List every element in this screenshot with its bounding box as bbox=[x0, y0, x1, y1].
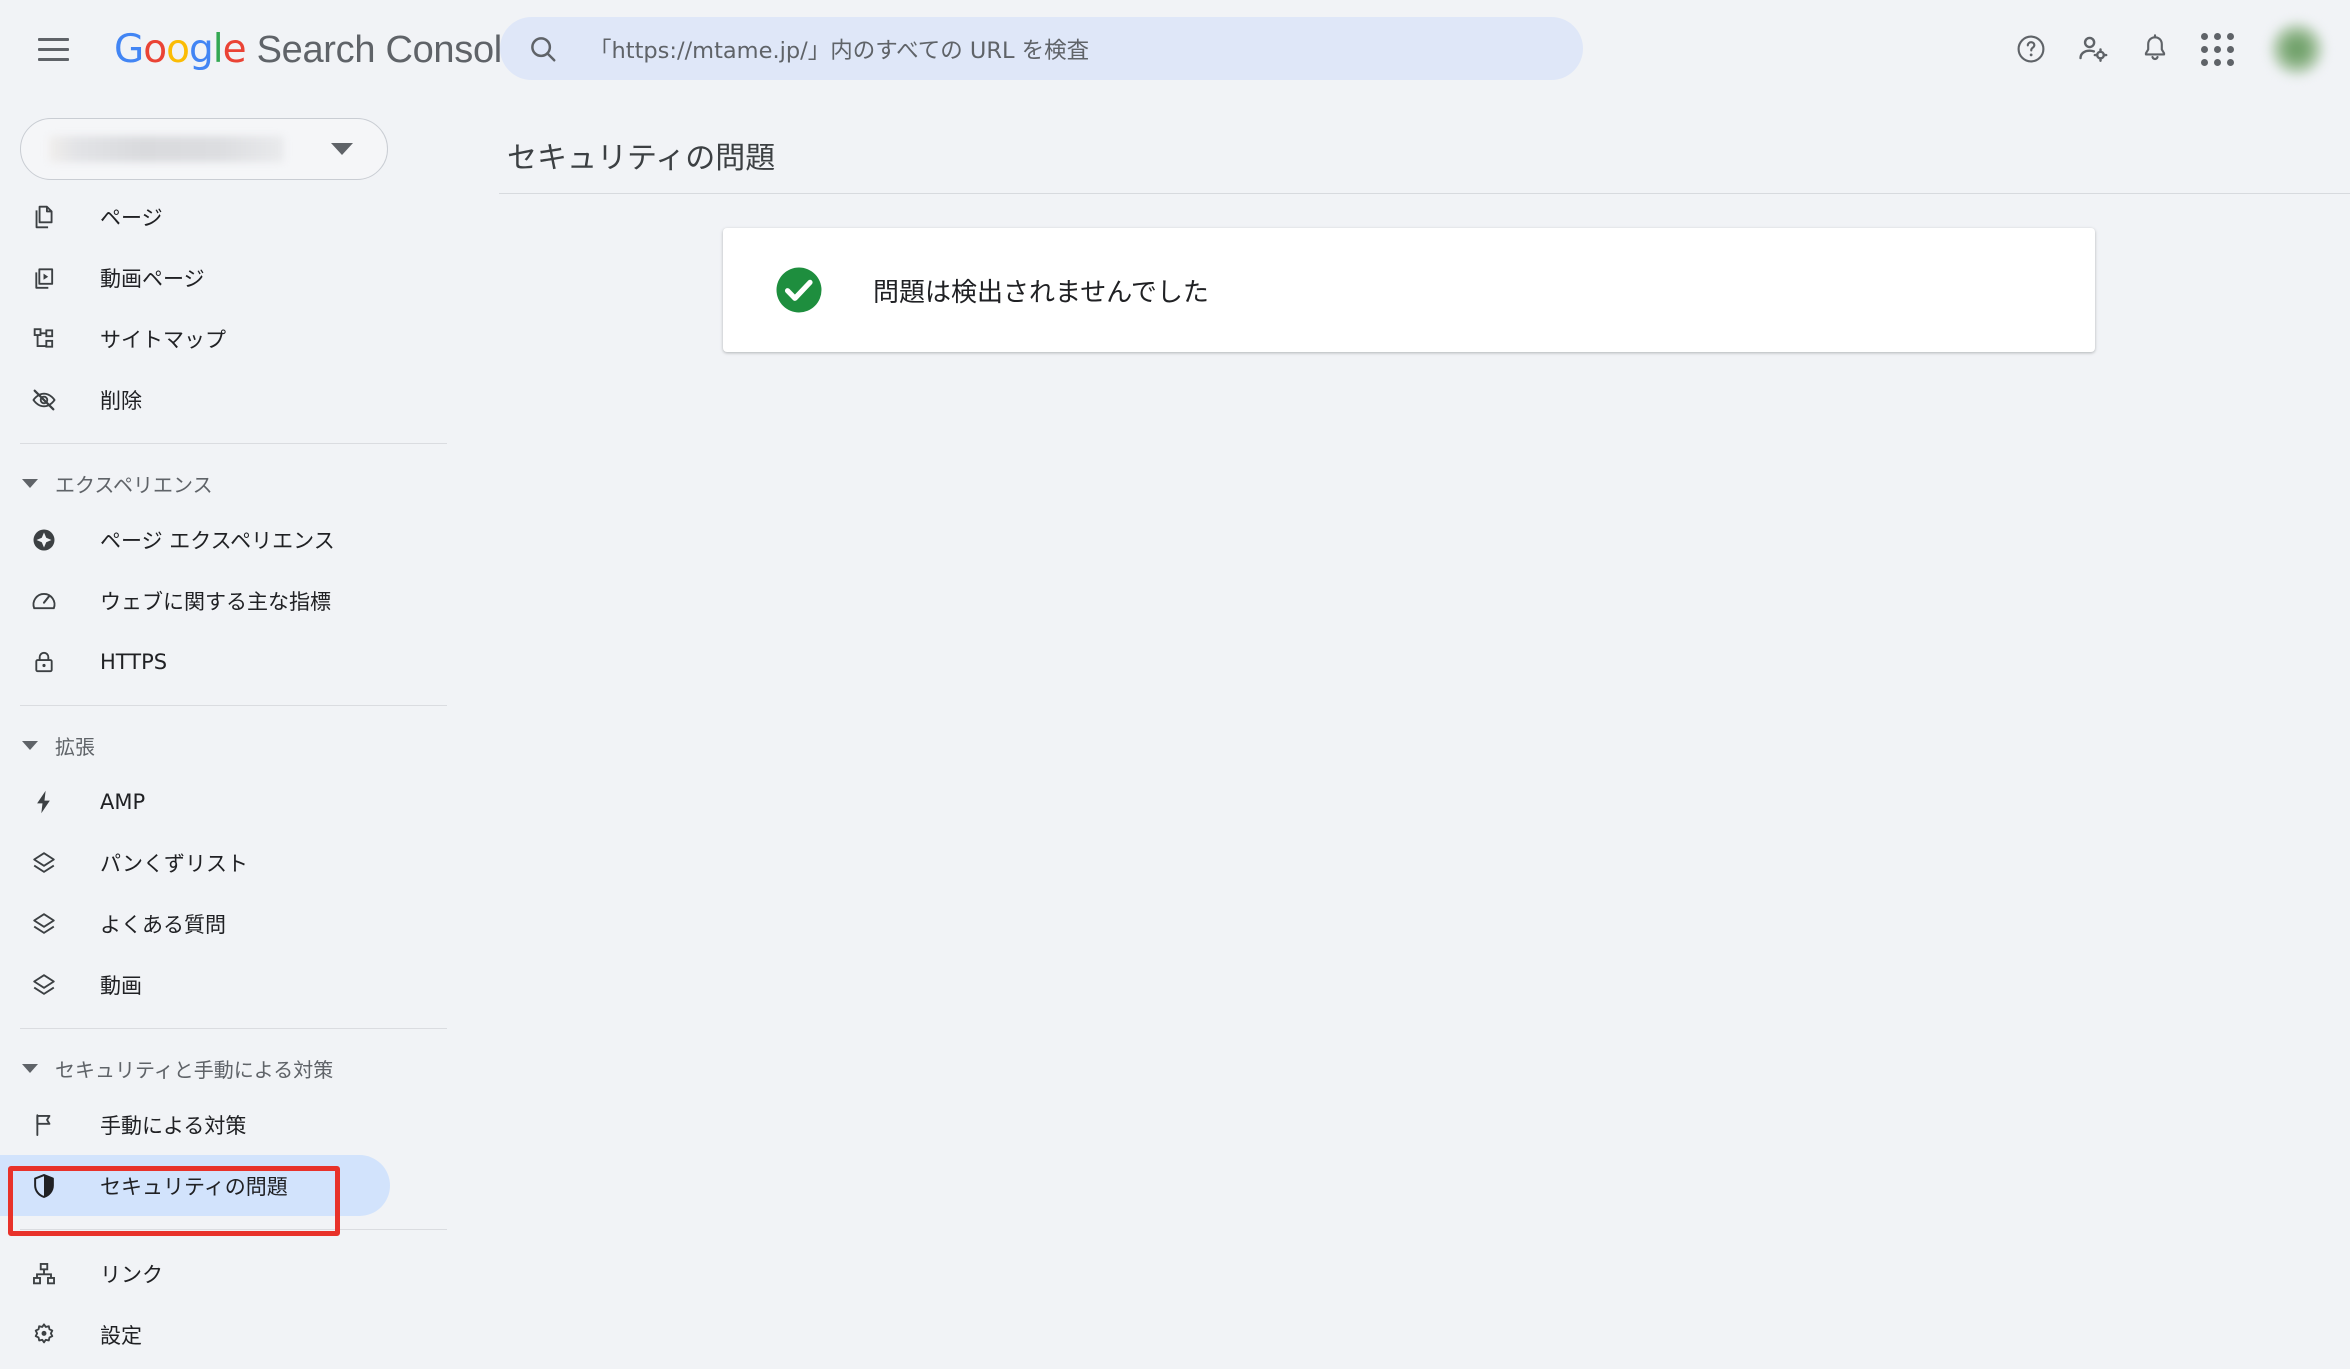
sidebar-divider bbox=[20, 1028, 447, 1029]
top-bar-actions bbox=[2000, 0, 2350, 98]
check-circle-icon bbox=[776, 267, 822, 313]
chevron-down-icon bbox=[331, 143, 353, 155]
eye-off-icon bbox=[30, 386, 76, 414]
sidebar-section-security[interactable]: セキュリティと手動による対策 bbox=[0, 1042, 480, 1094]
help-icon[interactable] bbox=[2000, 18, 2062, 80]
sidebar-item-label: サイトマップ bbox=[100, 327, 226, 352]
sidebar-item-pages[interactable]: ページ bbox=[0, 186, 480, 247]
app-brand[interactable]: Google Search Console bbox=[114, 27, 523, 72]
google-apps-grid-icon[interactable] bbox=[2186, 18, 2248, 80]
pages-icon bbox=[30, 203, 76, 231]
speedometer-icon bbox=[30, 587, 76, 615]
sidebar-item-label: 動画 bbox=[100, 973, 142, 998]
sidebar-divider bbox=[20, 443, 447, 444]
nav-group-enhancements: 拡張 AMP パンくずリスト よくある質問 動画 bbox=[0, 719, 480, 1015]
flag-icon bbox=[30, 1111, 76, 1139]
collapse-triangle-icon bbox=[22, 478, 38, 488]
section-label: 拡張 bbox=[55, 734, 95, 759]
product-name: Search Console bbox=[256, 28, 523, 71]
sidebar-item-label: 動画ページ bbox=[100, 266, 205, 291]
avatar[interactable] bbox=[2270, 22, 2324, 76]
sidebar-item-settings[interactable]: 設定 bbox=[0, 1304, 480, 1365]
sidebar-item-sitemaps[interactable]: サイトマップ bbox=[0, 308, 480, 369]
property-selector[interactable] bbox=[20, 118, 388, 180]
main-content: セキュリティの問題 問題は検出されませんでした bbox=[480, 98, 2350, 1369]
sidebar-item-label: 設定 bbox=[100, 1323, 142, 1348]
google-logo: Google bbox=[114, 26, 247, 72]
sidebar-item-label: 手動による対策 bbox=[100, 1113, 247, 1138]
sidebar-item-label: 削除 bbox=[100, 388, 142, 413]
layers-icon bbox=[30, 971, 76, 999]
sidebar-item-label: パンくずリスト bbox=[100, 851, 249, 876]
sidebar-item-label: ページ エクスペリエンス bbox=[100, 528, 335, 553]
sidebar-item-core-web-vitals[interactable]: ウェブに関する主な指標 bbox=[0, 570, 480, 631]
sidebar-item-label: AMP bbox=[100, 789, 146, 814]
collapse-triangle-icon bbox=[22, 740, 38, 750]
sidebar-item-links[interactable]: リンク bbox=[0, 1243, 480, 1304]
sidebar-item-label: ウェブに関する主な指標 bbox=[100, 589, 331, 614]
sidebar-item-breadcrumbs[interactable]: パンくずリスト bbox=[0, 832, 480, 893]
sidebar-item-removals[interactable]: 削除 bbox=[0, 369, 480, 430]
hamburger-menu-icon[interactable] bbox=[32, 28, 74, 70]
layers-icon bbox=[30, 910, 76, 938]
shield-icon bbox=[30, 1172, 76, 1200]
sidebar-section-enhancements[interactable]: 拡張 bbox=[0, 719, 480, 771]
collapse-triangle-icon bbox=[22, 1063, 38, 1073]
sidebar-item-label: ページ bbox=[100, 205, 163, 230]
sidebar-item-security-issues[interactable]: セキュリティの問題 bbox=[0, 1155, 480, 1216]
section-label: エクスペリエンス bbox=[55, 472, 213, 497]
sidebar-item-video-pages[interactable]: 動画ページ bbox=[0, 247, 480, 308]
sidebar-divider bbox=[20, 1229, 447, 1230]
notifications-bell-icon[interactable] bbox=[2124, 18, 2186, 80]
video-page-icon bbox=[30, 264, 76, 292]
user-settings-icon[interactable] bbox=[2062, 18, 2124, 80]
sidebar-item-manual-actions[interactable]: 手動による対策 bbox=[0, 1094, 480, 1155]
sidebar-item-label: リンク bbox=[100, 1262, 163, 1287]
sidebar-item-https[interactable]: HTTPS bbox=[0, 631, 480, 692]
nav-group-security: セキュリティと手動による対策 手動による対策 セキュリティの問題 bbox=[0, 1042, 480, 1216]
sidebar-item-label: HTTPS bbox=[100, 649, 168, 674]
lock-icon bbox=[30, 648, 76, 676]
sidebar-divider bbox=[20, 705, 447, 706]
nav-group-bottom: リンク 設定 bbox=[0, 1243, 480, 1365]
url-inspection-search-bar[interactable]: 「https://mtame.jp/」内のすべての URL を検査 bbox=[500, 17, 1583, 80]
sidebar-item-amp[interactable]: AMP bbox=[0, 771, 480, 832]
status-card: 問題は検出されませんでした bbox=[723, 228, 2095, 352]
status-message: 問題は検出されませんでした bbox=[873, 277, 1209, 308]
sidebar-section-experience[interactable]: エクスペリエンス bbox=[0, 457, 480, 509]
lightning-bolt-icon bbox=[30, 788, 76, 816]
property-name-redacted bbox=[49, 136, 284, 162]
nav-group-experience: エクスペリエンス ページ エクスペリエンス ウェブに関する主な指標 HTTPS bbox=[0, 457, 480, 692]
section-label: セキュリティと手動による対策 bbox=[55, 1057, 334, 1082]
page-experience-icon bbox=[30, 526, 76, 554]
sitemap-icon bbox=[30, 325, 76, 353]
gear-icon bbox=[30, 1321, 76, 1349]
sidebar-item-label: よくある質問 bbox=[100, 912, 226, 937]
header-divider bbox=[499, 193, 2350, 194]
links-hierarchy-icon bbox=[30, 1260, 76, 1288]
search-icon bbox=[531, 36, 556, 61]
top-app-bar: Google Search Console 「https://mtame.jp/… bbox=[0, 0, 2350, 98]
nav-group-top: ページ 動画ページ サイトマップ 削除 bbox=[0, 186, 480, 430]
search-placeholder: 「https://mtame.jp/」内のすべての URL を検査 bbox=[589, 37, 1090, 64]
sidebar-item-label: セキュリティの問題 bbox=[100, 1174, 288, 1199]
layers-icon bbox=[30, 849, 76, 877]
sidebar-item-page-experience[interactable]: ページ エクスペリエンス bbox=[0, 509, 480, 570]
page-title: セキュリティの問題 bbox=[507, 141, 776, 176]
sidebar: ページ 動画ページ サイトマップ 削除 エクスペリエンス ページ エクスペリエン… bbox=[0, 98, 480, 1369]
sidebar-item-faq[interactable]: よくある質問 bbox=[0, 893, 480, 954]
sidebar-item-videos[interactable]: 動画 bbox=[0, 954, 480, 1015]
